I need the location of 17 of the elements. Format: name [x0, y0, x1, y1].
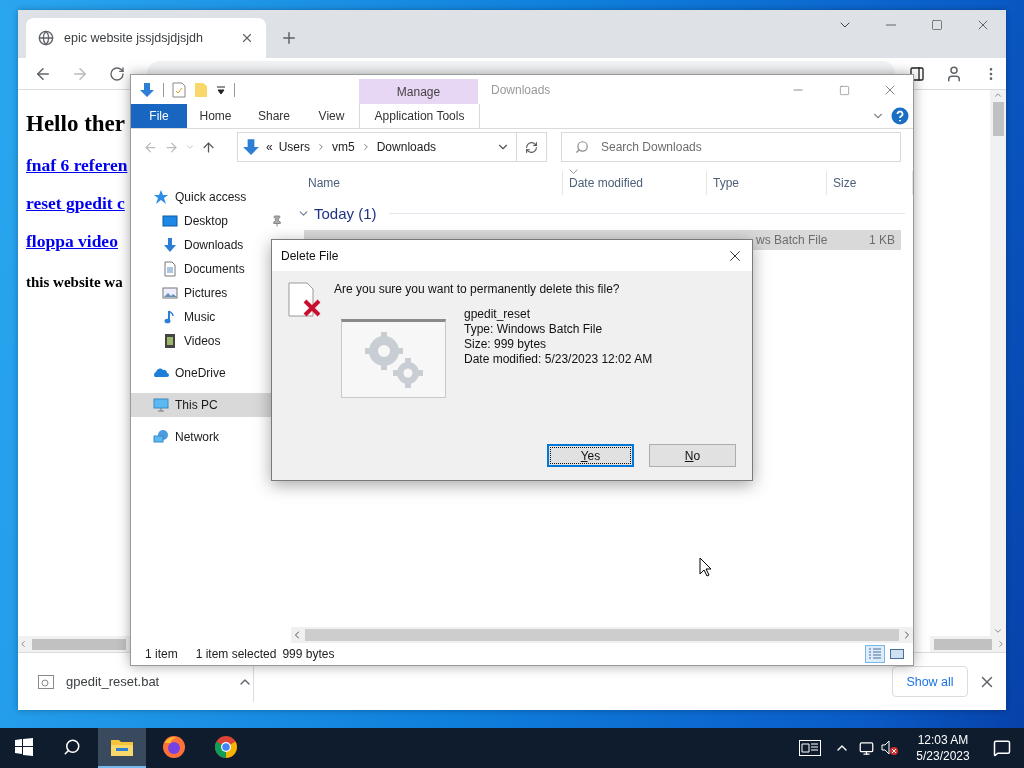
window-title: Downloads — [490, 81, 552, 99]
file-name: gpedit_reset — [464, 307, 532, 322]
dialog-title: Delete File — [281, 248, 340, 263]
tab-title: epic website jssjdsjdjsjdh — [64, 31, 204, 45]
status-text: 999 bytes — [282, 647, 335, 661]
table-cell-text: 1 KB — [868, 232, 896, 249]
table-cell-text: ws Batch File — [755, 232, 827, 249]
page-text: this website wa — [26, 274, 123, 291]
file-detail: Date modified: 5/23/2023 12:02 AM — [464, 352, 653, 367]
status-text: 1 item selected — [195, 647, 277, 661]
file-detail: Type: Windows Batch File — [464, 322, 604, 337]
file-detail: Size: 999 bytes — [464, 337, 548, 352]
dialog-question: Are you sure you want to permanently delete this file? — [334, 282, 621, 296]
group-header: Today (1) — [314, 204, 377, 222]
status-text: 1 item — [145, 647, 178, 661]
context-tab-label: Manage — [359, 79, 478, 104]
page-heading: Hello ther — [26, 111, 125, 137]
